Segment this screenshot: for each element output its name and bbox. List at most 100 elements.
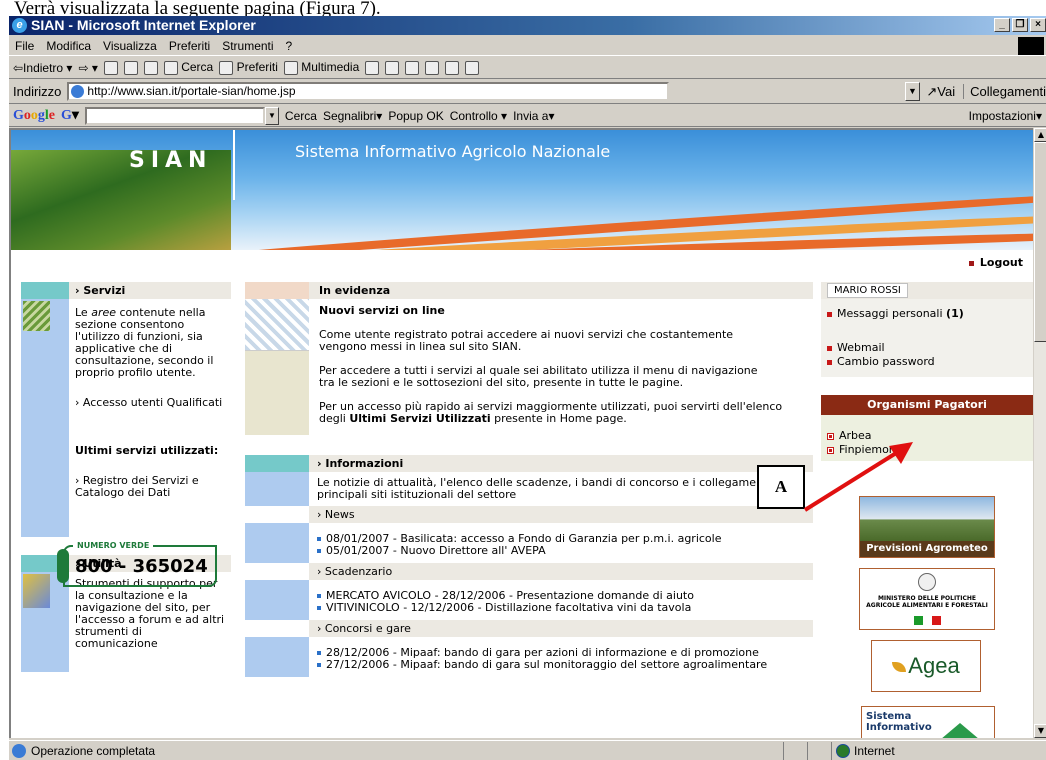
address-dropdown-icon[interactable]: ▼ bbox=[904, 82, 921, 101]
menu-visualizza[interactable]: Visualizza bbox=[97, 39, 163, 53]
restore-button[interactable]: ❐ bbox=[1012, 18, 1028, 32]
menu-modifica[interactable]: Modifica bbox=[40, 39, 97, 53]
page-viewport: SIAN Sistema Informativo Agricolo Nazion… bbox=[9, 128, 1033, 738]
mipaaf-banner[interactable]: MINISTERO DELLE POLITICHE AGRICOLE ALIME… bbox=[859, 568, 995, 630]
windows-logo-icon bbox=[1018, 37, 1044, 55]
italian-flag-icon bbox=[914, 616, 941, 625]
numero-verde[interactable]: NUMERO VERDE 800 - 365024 bbox=[57, 541, 217, 587]
webmail-link[interactable]: Webmail bbox=[827, 341, 1027, 355]
scadenzario-subheader[interactable]: › Scadenzario bbox=[309, 563, 813, 580]
back-button[interactable]: ⇦Indietro ▾ bbox=[13, 61, 72, 75]
refresh-icon[interactable] bbox=[123, 60, 138, 75]
address-url: http://www.sian.it/portale-sian/home.jsp bbox=[87, 84, 296, 98]
status-segment bbox=[784, 741, 808, 760]
forward-button[interactable]: ⇨ ▾ bbox=[78, 61, 97, 75]
evidenza-item-title: Nuovi servizi on line bbox=[319, 304, 445, 317]
mail-icon[interactable] bbox=[385, 60, 400, 75]
evidenza-p3-bold: Ultimi Servizi Utilizzati bbox=[349, 412, 491, 425]
print-icon[interactable] bbox=[405, 60, 420, 75]
close-button[interactable]: × bbox=[1030, 18, 1046, 32]
gara-item[interactable]: 27/12/2006 - Mipaaf: bando di gara sul m… bbox=[317, 659, 767, 671]
settings-button[interactable]: Impostazioni▾ bbox=[969, 109, 1046, 123]
servizi-title: › Servizi bbox=[75, 284, 126, 297]
globe-icon bbox=[836, 743, 850, 758]
address-bar: Indirizzo http://www.sian.it/portale-sia… bbox=[9, 80, 1046, 104]
annotation-label: A bbox=[757, 465, 805, 509]
search-icon bbox=[163, 60, 178, 75]
page-icon bbox=[71, 85, 85, 98]
phone-icon bbox=[57, 549, 69, 583]
mountain-icon bbox=[934, 723, 986, 738]
history-icon[interactable] bbox=[365, 60, 380, 75]
news-thumbnail bbox=[245, 299, 309, 351]
user-box: Messaggi personali (1) Webmail Cambio pa… bbox=[821, 299, 1033, 377]
scroll-up-icon[interactable]: ▲ bbox=[1034, 128, 1046, 142]
left-column: › Servizi Le aree contenute nella sezion… bbox=[21, 282, 231, 672]
go-button[interactable]: ↗Vai bbox=[926, 84, 955, 100]
page-done-icon bbox=[12, 743, 26, 758]
menu-help[interactable]: ? bbox=[280, 39, 299, 53]
preview-icon[interactable] bbox=[425, 60, 440, 75]
informazioni-title: › Informazioni bbox=[317, 457, 404, 470]
discuss-icon[interactable] bbox=[465, 60, 480, 75]
google-g-icon[interactable]: G▾ bbox=[61, 107, 79, 124]
minimize-button[interactable]: _ bbox=[994, 18, 1010, 32]
logout-link[interactable]: Logout bbox=[969, 256, 1023, 269]
links-button[interactable]: Collegamenti bbox=[963, 84, 1046, 99]
google-logo[interactable]: Google bbox=[13, 108, 55, 124]
scadenza-item[interactable]: VITIVINICOLO - 12/12/2006 - Distillazion… bbox=[317, 602, 694, 614]
utilita-box: Strumenti di supporto per la consultazio… bbox=[21, 572, 231, 672]
home-icon[interactable] bbox=[143, 60, 158, 75]
news-list: 08/01/2007 - Basilicata: accesso a Fondo… bbox=[245, 523, 813, 563]
republic-emblem-icon bbox=[918, 573, 936, 591]
cambio-password-link[interactable]: Cambio password bbox=[827, 355, 1027, 369]
menu-strumenti[interactable]: Strumenti bbox=[216, 39, 279, 53]
standard-toolbar: ⇦Indietro ▾ ⇨ ▾ Cerca Preferiti Multimed… bbox=[9, 57, 1046, 79]
evidenza-box: Nuovi servizi on line Come utente regist… bbox=[245, 299, 813, 435]
utilita-sidebar bbox=[21, 572, 69, 672]
agea-leaf-icon bbox=[892, 662, 907, 673]
sistema-informativo-banner[interactable]: Sistema Informativo bbox=[861, 706, 995, 738]
gare-list: 28/12/2006 - Mipaaf: bando di gara per a… bbox=[245, 637, 813, 677]
google-search-input[interactable] bbox=[84, 106, 265, 125]
vertical-scrollbar[interactable]: ▲ ▼ bbox=[1033, 128, 1046, 738]
sis-line1: Sistema bbox=[866, 711, 912, 722]
scroll-down-icon[interactable]: ▼ bbox=[1034, 724, 1046, 738]
news-items: 08/01/2007 - Basilicata: accesso a Fondo… bbox=[309, 523, 729, 563]
news-item[interactable]: 05/01/2007 - Nuovo Direttore all' AVEPA bbox=[317, 545, 721, 557]
media-button[interactable]: Multimedia bbox=[283, 60, 359, 75]
favorites-button[interactable]: Preferiti bbox=[219, 60, 278, 75]
zone-text: Internet bbox=[854, 743, 895, 758]
google-dropdown-icon[interactable]: ▼ bbox=[264, 106, 279, 125]
messaggi-link[interactable]: Messaggi personali (1) bbox=[827, 307, 1027, 321]
bookmarks-button[interactable]: Segnalibri▾ bbox=[323, 109, 382, 123]
banner-title: Sistema Informativo Agricolo Nazionale bbox=[295, 142, 611, 161]
accesso-qualificati-link[interactable]: › Accesso utenti Qualificati bbox=[75, 397, 227, 409]
header-swatch bbox=[245, 455, 309, 472]
menu-file[interactable]: File bbox=[9, 39, 40, 53]
stop-icon[interactable] bbox=[103, 60, 118, 75]
messaggi-label: Messaggi personali bbox=[837, 307, 947, 320]
address-input[interactable]: http://www.sian.it/portale-sian/home.jsp bbox=[67, 82, 669, 101]
edit-icon[interactable] bbox=[445, 60, 460, 75]
spellcheck-button[interactable]: Controllo ▾ bbox=[450, 109, 507, 123]
news-subheader[interactable]: › News bbox=[309, 506, 813, 523]
google-search-button[interactable]: Cerca bbox=[285, 109, 317, 123]
servizi-header[interactable]: › Servizi bbox=[21, 282, 231, 299]
registro-servizi-link[interactable]: › Registro dei Servizi e Catalogo dei Da… bbox=[75, 475, 227, 499]
browser-window: e SIAN - Microsoft Internet Explorer _ ❐… bbox=[8, 16, 1046, 760]
scroll-thumb[interactable] bbox=[1034, 142, 1046, 342]
search-button[interactable]: Cerca bbox=[163, 60, 213, 75]
servizi-thumbnail bbox=[23, 301, 50, 331]
window-title: SIAN - Microsoft Internet Explorer bbox=[31, 17, 256, 33]
send-button[interactable]: Invia a▾ bbox=[513, 109, 554, 123]
agea-banner[interactable]: Agea bbox=[871, 640, 981, 692]
informazioni-header[interactable]: › Informazioni bbox=[245, 455, 813, 472]
evidenza-title: In evidenza bbox=[319, 284, 391, 297]
status-message: Operazione completata bbox=[9, 741, 784, 760]
concorsi-subheader[interactable]: › Concorsi e gare bbox=[309, 620, 813, 637]
agrometeo-caption: Previsioni Agrometeo bbox=[860, 541, 994, 557]
menu-preferiti[interactable]: Preferiti bbox=[163, 39, 216, 53]
popup-button[interactable]: Popup OK bbox=[388, 109, 443, 123]
servizi-content: Le aree contenute nella sezione consento… bbox=[69, 299, 231, 537]
